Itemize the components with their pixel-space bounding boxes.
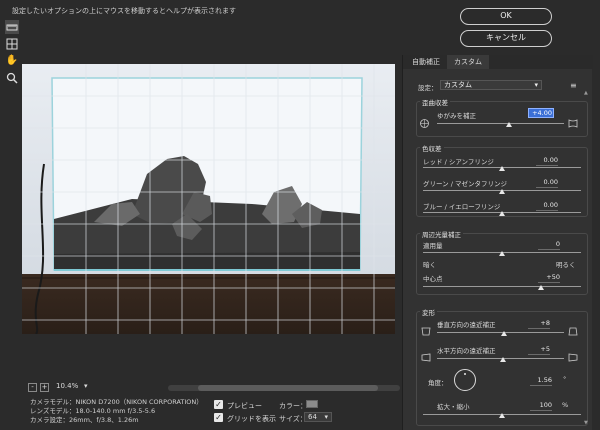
show-grid-label: グリッドを表示 (227, 415, 276, 423)
angle-dial[interactable] (454, 369, 476, 391)
vertical-perspective-right-icon (568, 327, 578, 339)
preview-horizontal-scrollbar[interactable] (168, 385, 400, 391)
pincushion-icon (420, 119, 429, 131)
horizontal-perspective-value[interactable]: +5 (528, 345, 550, 355)
barrel-icon (568, 119, 578, 131)
midpoint-slider[interactable] (423, 286, 581, 287)
vertical-perspective-value[interactable]: +8 (528, 319, 550, 329)
cancel-button[interactable]: キャンセル (460, 30, 552, 47)
camera-model: カメラモデル：NIKON D7200（NIKON CORPORATION） (30, 398, 203, 406)
chromatic-aberration-title: 色収差 (420, 143, 444, 153)
panel-tabs: 自動補正 カスタム (403, 55, 593, 69)
preview-label: プレビュー (227, 402, 262, 410)
vignette-amount-label: 適用量 (423, 242, 443, 250)
transform-title: 変形 (420, 307, 437, 317)
grid-size-value: 64 (308, 413, 317, 421)
vertical-perspective-slider-thumb[interactable] (501, 331, 507, 336)
image-preview[interactable] (22, 64, 395, 334)
blue-yellow-label: ブルー / イエローフリンジ (423, 203, 501, 211)
angle-unit: ° (563, 375, 567, 383)
tab-auto-correction[interactable]: 自動補正 (405, 55, 447, 69)
scale-unit: % (562, 401, 569, 409)
blue-yellow-value[interactable]: 0.00 (536, 201, 558, 211)
panel-scrollbar[interactable]: ▲ ▼ (584, 90, 589, 426)
aquarium-photo (22, 64, 395, 334)
horizontal-perspective-slider-thumb[interactable] (500, 357, 506, 362)
remove-distortion-label: ゆがみを補正 (437, 112, 476, 120)
help-hint-text: 設定したいオプションの上にマウスを移動するとヘルプが表示されます (12, 7, 236, 15)
vignette-amount-slider-thumb[interactable] (499, 251, 505, 256)
horizontal-perspective-left-icon (421, 353, 431, 365)
darker-label: 暗く (423, 261, 436, 269)
zoom-tool-icon[interactable] (5, 71, 19, 85)
zoom-bar: - + 10.4% ▾ (28, 382, 400, 394)
vertical-perspective-left-icon (421, 327, 431, 339)
zoom-level: 10.4% (56, 382, 79, 390)
zoom-in-button[interactable]: + (40, 383, 49, 392)
remove-distortion-slider[interactable] (437, 123, 564, 124)
angle-value[interactable]: 1.56 (530, 376, 552, 386)
chevron-down-icon: ▾ (534, 81, 538, 89)
camera-info: カメラモデル：NIKON D7200（NIKON CORPORATION） レン… (30, 398, 203, 425)
tab-custom[interactable]: カスタム (447, 55, 489, 69)
green-magenta-slider-thumb[interactable] (499, 189, 505, 194)
chevron-down-icon: ▾ (324, 413, 328, 421)
camera-settings: カメラ設定：26mm、f/3.8、1.26m (30, 416, 139, 424)
blue-yellow-slider-thumb[interactable] (499, 211, 505, 216)
preview-checkbox[interactable]: ✓ (214, 400, 223, 409)
remove-distortion-value[interactable]: +4.00 (528, 108, 554, 118)
remove-distortion-slider-thumb[interactable] (506, 122, 512, 127)
show-grid-checkbox[interactable]: ✓ (214, 413, 223, 422)
red-cyan-slider-thumb[interactable] (499, 166, 505, 171)
scale-label: 拡大・縮小 (437, 403, 470, 411)
angle-label: 角度： (428, 379, 448, 387)
angle-dial-indicator (464, 373, 466, 375)
straighten-tool-icon[interactable] (5, 20, 19, 34)
green-magenta-value[interactable]: 0.00 (536, 178, 558, 188)
lens-model: レンズモデル：18.0-140.0 mm f/3.5-5.6 (30, 407, 156, 415)
settings-label: 設定： (418, 84, 438, 92)
vertical-perspective-label: 垂直方向の遠近補正 (437, 321, 496, 329)
settings-value: カスタム (444, 81, 472, 89)
grid-size-select[interactable]: 64 ▾ (304, 412, 332, 422)
move-grid-tool-icon[interactable] (5, 37, 19, 51)
scroll-up-icon[interactable]: ▲ (584, 90, 588, 96)
hand-tool-icon[interactable]: ✋ (5, 54, 19, 68)
horizontal-perspective-right-icon (568, 353, 578, 365)
zoom-out-button[interactable]: - (28, 383, 37, 392)
midpoint-slider-thumb[interactable] (538, 285, 544, 290)
grid-size-label: サイズ： (279, 415, 307, 423)
scale-value[interactable]: 100 (530, 401, 552, 411)
grid-color-label: カラー： (279, 402, 307, 410)
green-magenta-label: グリーン / マゼンタフリンジ (423, 180, 507, 188)
geometric-distortion-title: 歪曲収差 (420, 97, 450, 107)
horizontal-perspective-label: 水平方向の遠近補正 (437, 347, 496, 355)
vignette-amount-value[interactable]: 0 (538, 240, 560, 250)
grid-color-swatch[interactable] (306, 400, 318, 408)
settings-menu-icon[interactable]: ≡ (570, 81, 577, 90)
ok-button[interactable]: OK (460, 8, 552, 25)
toolbar: ✋ (5, 20, 19, 88)
vignette-title: 周辺光量補正 (420, 229, 463, 239)
red-cyan-label: レッド / シアンフリンジ (423, 158, 494, 166)
scale-slider-thumb[interactable] (499, 413, 505, 418)
scroll-down-icon[interactable]: ▼ (584, 420, 588, 426)
midpoint-value[interactable]: +50 (538, 273, 560, 283)
zoom-dropdown-icon[interactable]: ▾ (84, 382, 88, 390)
settings-select[interactable]: カスタム ▾ (440, 80, 542, 90)
red-cyan-value[interactable]: 0.00 (536, 156, 558, 166)
scrollbar-thumb[interactable] (198, 385, 378, 391)
midpoint-label: 中心点 (423, 275, 443, 283)
lighter-label: 明るく (556, 261, 576, 269)
